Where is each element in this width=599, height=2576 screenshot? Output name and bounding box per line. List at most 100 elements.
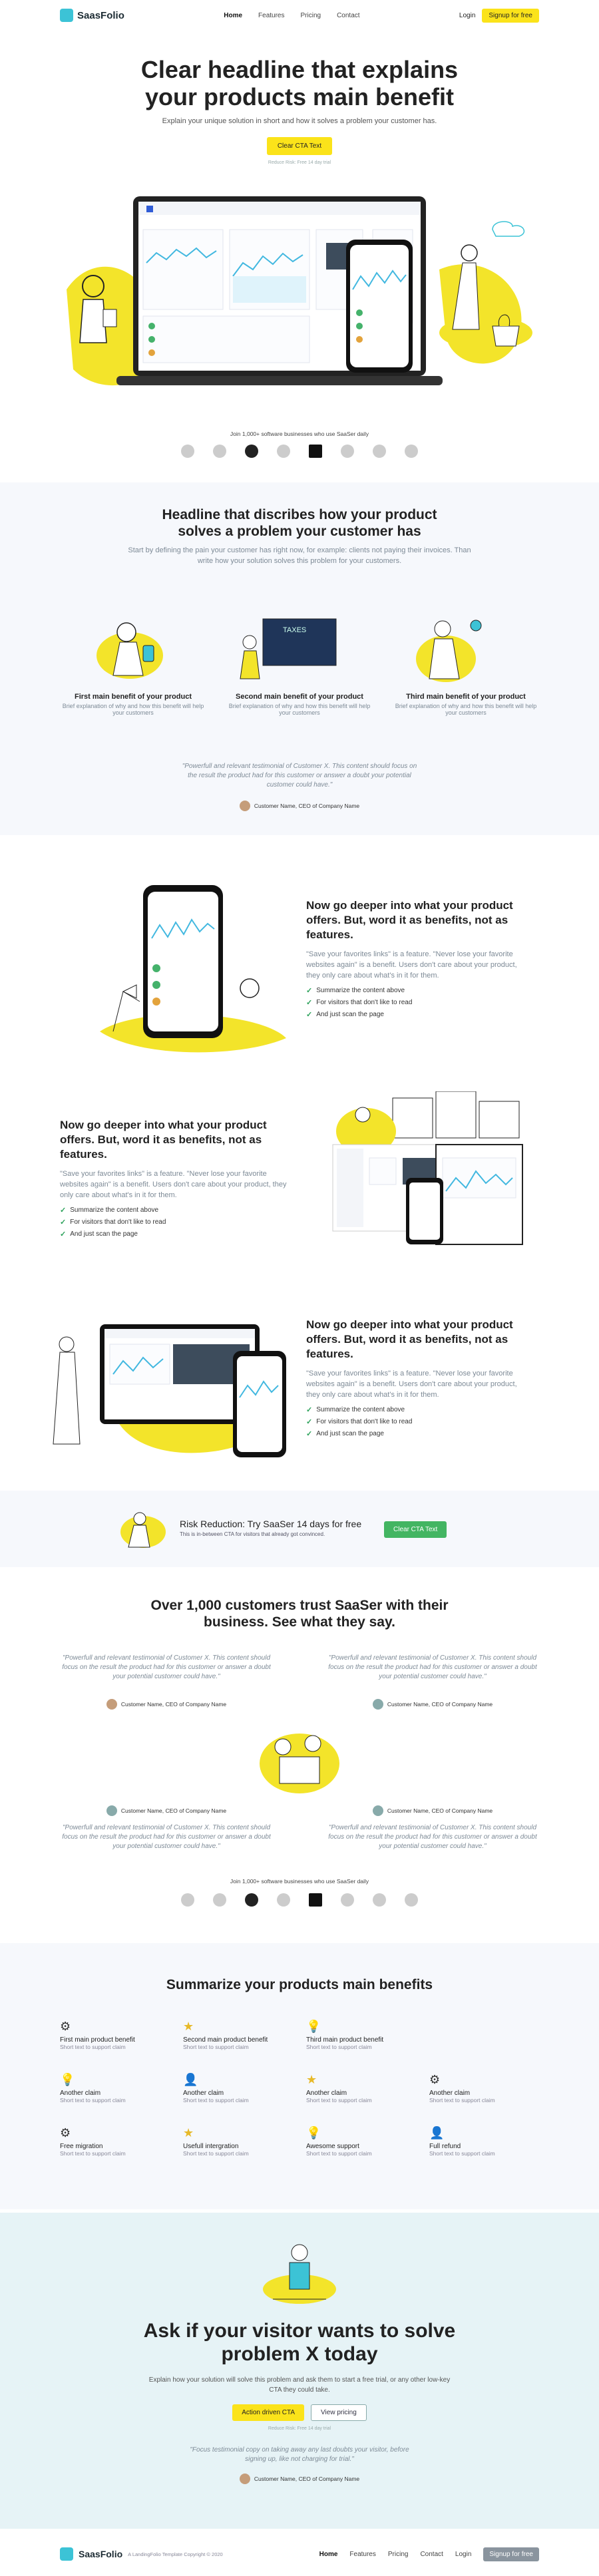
check-label: And just scan the page xyxy=(316,1430,384,1437)
risk-subtitle: This is in-between CTA for visitors that… xyxy=(180,1531,325,1537)
person-icon: 👤 xyxy=(183,2073,198,2086)
risk-cta-button[interactable]: Clear CTA Text xyxy=(384,1521,447,1538)
client-logo-icon xyxy=(405,1893,418,1907)
benefit-card-3: Third main benefit of your product Brief… xyxy=(393,693,539,716)
summary-item-title: Another claim xyxy=(429,2090,471,2097)
star-icon: ★ xyxy=(183,2020,194,2033)
nav-actions: Login Signup for free xyxy=(459,8,539,23)
summary-item-text: Short text to support claim xyxy=(306,2097,372,2104)
footer: SaasFolio A LandingFolio Template Copyri… xyxy=(0,2541,599,2567)
check-icon: ✓ xyxy=(306,1011,313,1019)
footer-link-home[interactable]: Home xyxy=(319,2551,338,2558)
benefit-text: Brief explanation of why and how this be… xyxy=(62,703,204,716)
summary-title: Summarize your products main benefits xyxy=(166,1977,433,1992)
summary-item-text: Short text to support claim xyxy=(429,2150,495,2157)
client-logo-icon xyxy=(341,1893,354,1907)
gear-icon: ⚙ xyxy=(429,2073,441,2086)
client-logo-icon xyxy=(277,445,290,458)
testimonial-1: "Powerfull and relevant testimonial of C… xyxy=(62,1654,271,1680)
benefit-title: Third main benefit of your product xyxy=(406,693,526,701)
benefits-section: Headline that discribes how your product… xyxy=(0,482,599,835)
check-icon: ✓ xyxy=(306,987,313,995)
risk-text: Risk Reduction: Try SaaSer 14 days for f… xyxy=(180,1519,393,1537)
summary-item: 💡 Another claim Short text to support clai… xyxy=(60,2073,166,2104)
nav-link-pricing[interactable]: Pricing xyxy=(301,12,321,19)
check-label: For visitors that don't like to read xyxy=(316,999,413,1006)
summary-item-title: Usefull intergration xyxy=(183,2143,239,2150)
star-icon: ★ xyxy=(183,2126,194,2139)
check-icon: ✓ xyxy=(306,1430,313,1438)
signup-button[interactable]: Signup for free xyxy=(482,8,539,23)
client-logo-icon xyxy=(181,445,194,458)
action-cta-button[interactable]: Action driven CTA xyxy=(232,2404,305,2421)
footer-link-features[interactable]: Features xyxy=(349,2551,375,2558)
risk-illustration xyxy=(120,1512,166,1548)
benefit-title: Second main benefit of your product xyxy=(236,693,363,701)
trust-header: Over 1,000 customers trust SaaSer with t… xyxy=(0,1597,599,1630)
star-icon: ★ xyxy=(306,2073,317,2086)
top-navbar: SaasFolio Home Features Pricing Contact … xyxy=(0,0,599,31)
testimonial-3-author: Customer Name, CEO of Company Name xyxy=(60,1805,273,1816)
hero-title-line1: Clear headline that explains xyxy=(140,56,459,83)
benefits-title-line1: Headline that discribes how your product xyxy=(162,507,437,522)
client-logo-icon xyxy=(309,445,322,458)
footer-brand-name[interactable]: SaasFolio xyxy=(79,2549,122,2559)
cta-description: Explain how your solution will solve thi… xyxy=(148,2376,451,2394)
nav-link-contact[interactable]: Contact xyxy=(337,12,359,19)
cta-testimonial: "Focus testimonial copy on taking away a… xyxy=(190,2446,409,2463)
check-label: And just scan the page xyxy=(70,1230,138,1238)
client-logo-icon xyxy=(405,445,418,458)
hero-cta-button[interactable]: Clear CTA Text xyxy=(266,137,333,155)
author-name: Customer Name, CEO of Company Name xyxy=(254,803,360,809)
footer-link-pricing[interactable]: Pricing xyxy=(388,2551,409,2558)
cta-title-line1: Ask if your visitor wants to solve xyxy=(143,2320,456,2342)
benefits-illustrations: TAXES xyxy=(97,618,482,682)
feature-3-text: Now go deeper into what your product off… xyxy=(306,1318,532,1441)
client-logo-icon xyxy=(277,1893,290,1907)
nav-link-home[interactable]: Home xyxy=(224,12,242,19)
hero-illustration xyxy=(67,196,532,386)
feature-1-illustration xyxy=(100,885,286,1053)
client-logo-icon xyxy=(245,445,258,458)
trust-illustration xyxy=(260,1734,339,1793)
feature-description: "Save your favorites links" is a feature… xyxy=(306,950,517,980)
summary-item-text: Short text to support claim xyxy=(60,2097,126,2104)
benefit-card-2: Second main benefit of your product Brie… xyxy=(226,693,373,716)
footer-login-link[interactable]: Login xyxy=(455,2551,471,2558)
summary-item-text: Short text to support claim xyxy=(60,2044,126,2050)
feature-title: Now go deeper into what your product off… xyxy=(60,1119,267,1161)
feature-title: Now go deeper into what your product off… xyxy=(306,899,513,941)
avatar xyxy=(239,801,250,811)
check-item: ✓ And just scan the page xyxy=(60,1230,293,1238)
footer-link-contact[interactable]: Contact xyxy=(420,2551,443,2558)
hero-risk-note: Reduce Risk: Free 14 day trial xyxy=(268,160,331,165)
logo-icon xyxy=(60,2547,73,2561)
footer-signup-button[interactable]: Signup for free xyxy=(483,2547,539,2561)
client-logo-icon xyxy=(373,1893,386,1907)
summary-item: ⚙ Another claim Short text to support clai… xyxy=(429,2073,536,2104)
check-icon: ✓ xyxy=(306,1406,313,1414)
client-logo-icon xyxy=(373,445,386,458)
login-link[interactable]: Login xyxy=(459,12,475,19)
nav-link-features[interactable]: Features xyxy=(258,12,284,19)
check-item: ✓ And just scan the page xyxy=(306,1429,532,1438)
testimonial-4-author: Customer Name, CEO of Company Name xyxy=(326,1805,539,1816)
check-icon: ✓ xyxy=(60,1230,67,1238)
summary-item-title: Another claim xyxy=(183,2090,224,2097)
client-logo-icon xyxy=(213,445,226,458)
feature-2-illustration xyxy=(332,1091,523,1245)
bulb-icon: 💡 xyxy=(60,2073,75,2086)
summary-item: 💡 Third main product benefit Short text to… xyxy=(306,2020,413,2050)
brand-logo[interactable]: SaasFolio xyxy=(60,9,124,22)
summary-item-text: Short text to support claim xyxy=(60,2150,126,2157)
footer-links: Home Features Pricing Contact Login Sign… xyxy=(319,2547,539,2561)
feature-description: "Save your favorites links" is a feature… xyxy=(306,1370,517,1399)
avatar xyxy=(239,2474,250,2484)
author-name: Customer Name, CEO of Company Name xyxy=(387,1701,493,1708)
view-pricing-button[interactable]: View pricing xyxy=(311,2404,367,2421)
benefit-card-1: First main benefit of your product Brief… xyxy=(60,693,206,716)
avatar xyxy=(106,1805,117,1816)
summary-item: 👤 Another claim Short text to support clai… xyxy=(183,2073,290,2104)
check-icon: ✓ xyxy=(60,1218,67,1226)
footer-brand: SaasFolio A LandingFolio Template Copyri… xyxy=(60,2547,223,2561)
